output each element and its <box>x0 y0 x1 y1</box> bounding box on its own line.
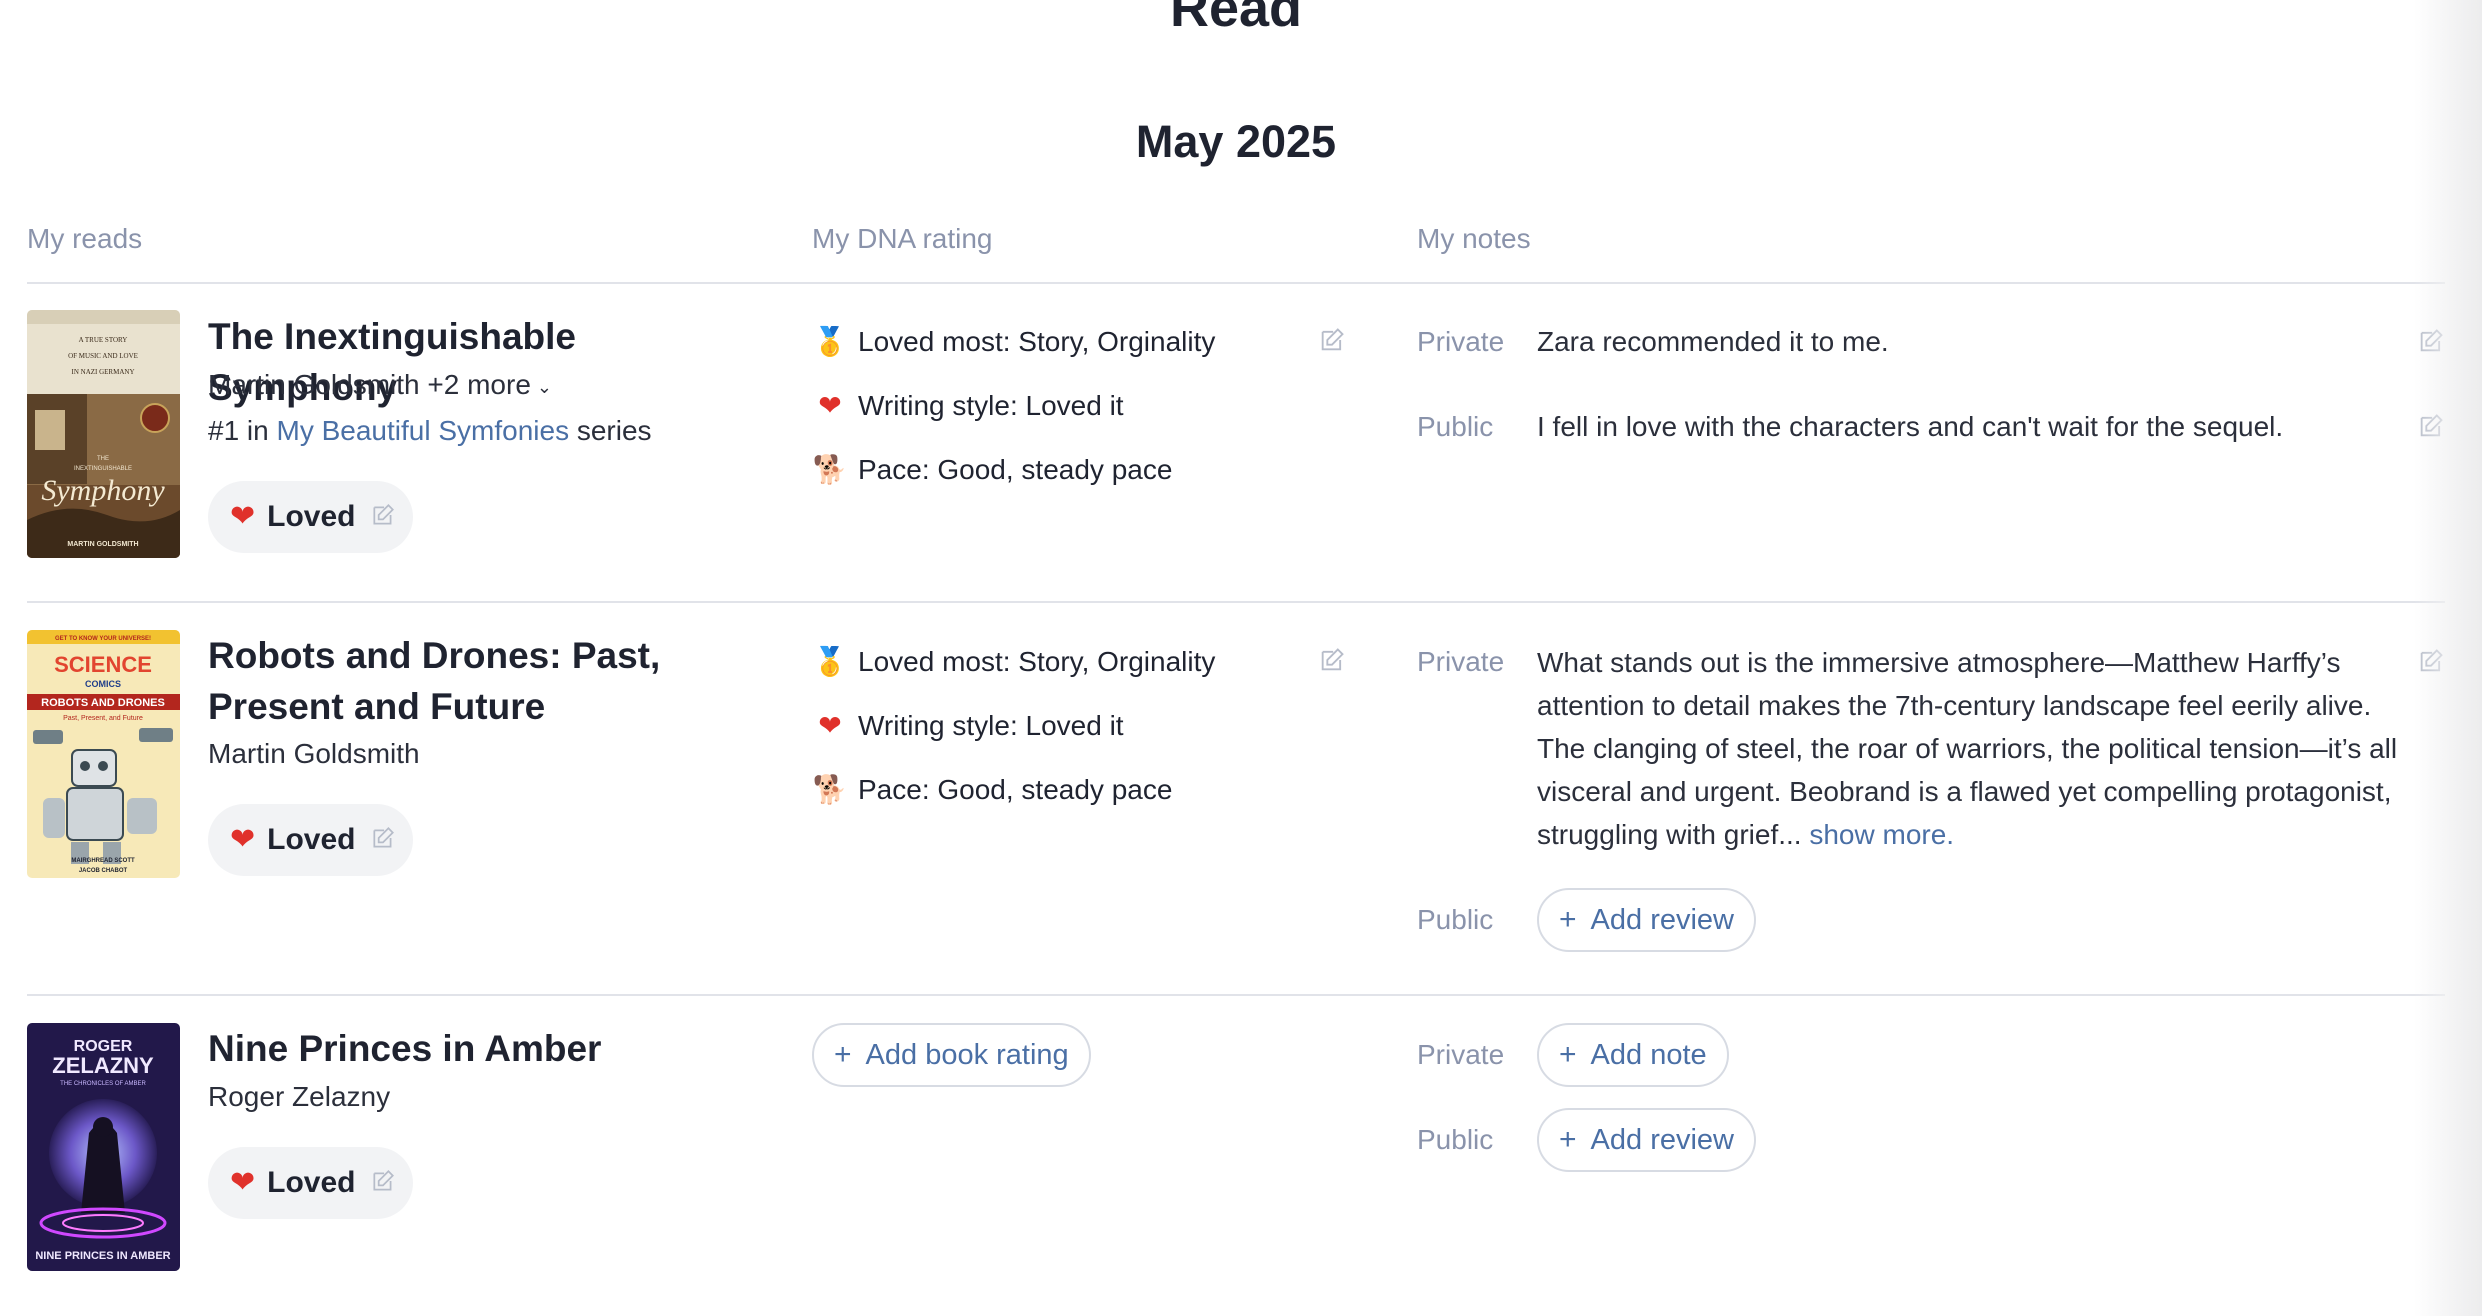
private-label: Private <box>1417 1039 1505 1070</box>
loved-status-button[interactable]: ❤ Loved <box>208 1147 413 1219</box>
book-author[interactable]: Martin Goldsmith <box>208 734 420 774</box>
edit-dna-icon[interactable] <box>1318 326 1346 354</box>
medal-icon: 🥇 <box>812 646 848 677</box>
plus-icon: + <box>1559 1123 1577 1156</box>
loved-status-button[interactable]: ❤ Loved <box>208 804 413 876</box>
book-cover-amber[interactable]: ROGER ZELAZNY THE CHRONICLES OF AMBER NI… <box>27 1023 180 1271</box>
private-note: Zara recommended it to me. <box>1537 326 1889 357</box>
cover-text: MAIRGHREAD SCOTT <box>71 858 135 864</box>
cover-text: Past, Present, and Future <box>63 715 143 722</box>
column-header-dna-rating: My DNA rating <box>812 223 993 254</box>
series-prefix: #1 in <box>208 415 277 446</box>
book-cover-symphony[interactable]: A TRUE STORY OF MUSIC AND LOVE IN NAZI G… <box>27 310 180 558</box>
heart-icon: ❤ <box>230 1166 256 1199</box>
status-label: Loved <box>267 1166 356 1199</box>
add-note-label: Add note <box>1590 1038 1707 1071</box>
status-label: Loved <box>267 500 356 533</box>
add-review-button[interactable]: + Add review <box>1537 1108 1756 1172</box>
public-label: Public <box>1417 1124 1494 1155</box>
header-divider <box>27 282 2445 284</box>
dna-writing-style: ❤ Writing style: Loved it <box>812 386 1124 426</box>
dog-icon: 🐕 <box>812 454 848 485</box>
status-label: Loved <box>267 823 356 856</box>
author-name[interactable]: Martin Goldsmith +2 more <box>208 369 531 400</box>
cover-text: INEXTINGUISHABLE <box>74 466 132 472</box>
add-review-button[interactable]: + Add review <box>1537 888 1756 952</box>
cover-text: GET TO KNOW YOUR UNIVERSE! <box>55 636 151 642</box>
plus-icon: + <box>1559 1038 1577 1071</box>
row-divider <box>27 994 2445 996</box>
plus-icon: + <box>834 1038 852 1071</box>
edit-icon[interactable] <box>370 502 396 533</box>
dna-loved-most: 🥇 Loved most: Story, Orginality <box>812 642 1216 682</box>
add-review-label: Add review <box>1590 1123 1734 1156</box>
cover-text: Symphony <box>41 474 165 507</box>
cover-text: MARTIN GOLDSMITH <box>67 541 138 548</box>
cover-text: ZELAZNY <box>52 1053 154 1078</box>
column-header-my-notes: My notes <box>1417 223 1531 254</box>
book-title[interactable]: Robots and Drones: Past, Present and Fut… <box>208 630 728 732</box>
edit-icon[interactable] <box>370 1168 396 1199</box>
cover-text: A TRUE STORY <box>79 336 128 344</box>
series-info: #1 in My Beautiful Symfonies series <box>208 411 652 451</box>
dna-text: Writing style: Loved it <box>858 710 1124 741</box>
dna-text: Loved most: Story, Orginality <box>858 326 1216 357</box>
plus-icon: + <box>1559 903 1577 936</box>
heart-icon: ❤ <box>818 710 842 741</box>
dna-writing-style: ❤ Writing style: Loved it <box>812 706 1124 746</box>
private-note: What stands out is the immersive atmosph… <box>1537 641 2417 856</box>
public-label: Public <box>1417 904 1494 935</box>
chevron-down-icon[interactable]: ⌄ <box>537 377 552 397</box>
month-heading: May 2025 <box>1135 116 1337 167</box>
dna-text: Writing style: Loved it <box>858 390 1124 421</box>
show-more-link[interactable]: show more. <box>1809 819 1954 850</box>
series-link[interactable]: My Beautiful Symfonies <box>277 415 570 446</box>
heart-icon: ❤ <box>818 390 842 421</box>
cover-text: SCIENCE <box>54 652 152 677</box>
cover-text: IN NAZI GERMANY <box>72 368 135 376</box>
cover-text: THE <box>97 456 109 462</box>
public-note: I fell in love with the characters and c… <box>1537 411 2284 442</box>
cover-text: ROBOTS AND DRONES <box>41 697 165 709</box>
private-label: Private <box>1417 326 1505 357</box>
cover-text: JACOB CHABOT <box>79 868 128 874</box>
loved-status-button[interactable]: ❤ Loved <box>208 481 413 553</box>
book-title[interactable]: Nine Princes in Amber <box>208 1023 768 1074</box>
dna-pace: 🐕 Pace: Good, steady pace <box>812 450 1173 490</box>
cover-text: COMICS <box>85 679 121 689</box>
cover-text: NINE PRINCES IN AMBER <box>35 1250 170 1262</box>
dna-loved-most: 🥇 Loved most: Story, Orginality <box>812 322 1216 362</box>
edit-icon[interactable] <box>370 825 396 856</box>
add-book-rating-button[interactable]: + Add book rating <box>812 1023 1091 1087</box>
column-header-my-reads: My reads <box>27 223 143 254</box>
add-review-label: Add review <box>1590 903 1734 936</box>
row-divider <box>27 601 2445 603</box>
book-author[interactable]: Roger Zelazny <box>208 1077 390 1117</box>
add-note-button[interactable]: + Add note <box>1537 1023 1729 1087</box>
medal-icon: 🥇 <box>812 326 848 357</box>
page-title: Read <box>1169 0 1303 38</box>
dna-text: Pace: Good, steady pace <box>858 774 1173 805</box>
series-suffix: series <box>569 415 652 446</box>
dna-text: Loved most: Story, Orginality <box>858 646 1216 677</box>
public-label: Public <box>1417 411 1494 442</box>
cover-text: OF MUSIC AND LOVE <box>68 352 138 360</box>
add-book-rating-label: Add book rating <box>865 1038 1069 1071</box>
heart-icon: ❤ <box>230 500 256 533</box>
heart-icon: ❤ <box>230 823 256 856</box>
dna-text: Pace: Good, steady pace <box>858 454 1173 485</box>
book-author[interactable]: Martin Goldsmith +2 more ⌄ <box>208 365 552 407</box>
dog-icon: 🐕 <box>812 774 848 805</box>
edit-dna-icon[interactable] <box>1318 646 1346 674</box>
book-cover-robots[interactable]: GET TO KNOW YOUR UNIVERSE! SCIENCE COMIC… <box>27 630 180 878</box>
cover-text: THE CHRONICLES OF AMBER <box>60 1081 146 1087</box>
dna-pace: 🐕 Pace: Good, steady pace <box>812 770 1173 810</box>
scroll-edge-shadow <box>2414 0 2482 1316</box>
private-note-text: What stands out is the immersive atmosph… <box>1537 647 2398 850</box>
private-label: Private <box>1417 646 1505 677</box>
